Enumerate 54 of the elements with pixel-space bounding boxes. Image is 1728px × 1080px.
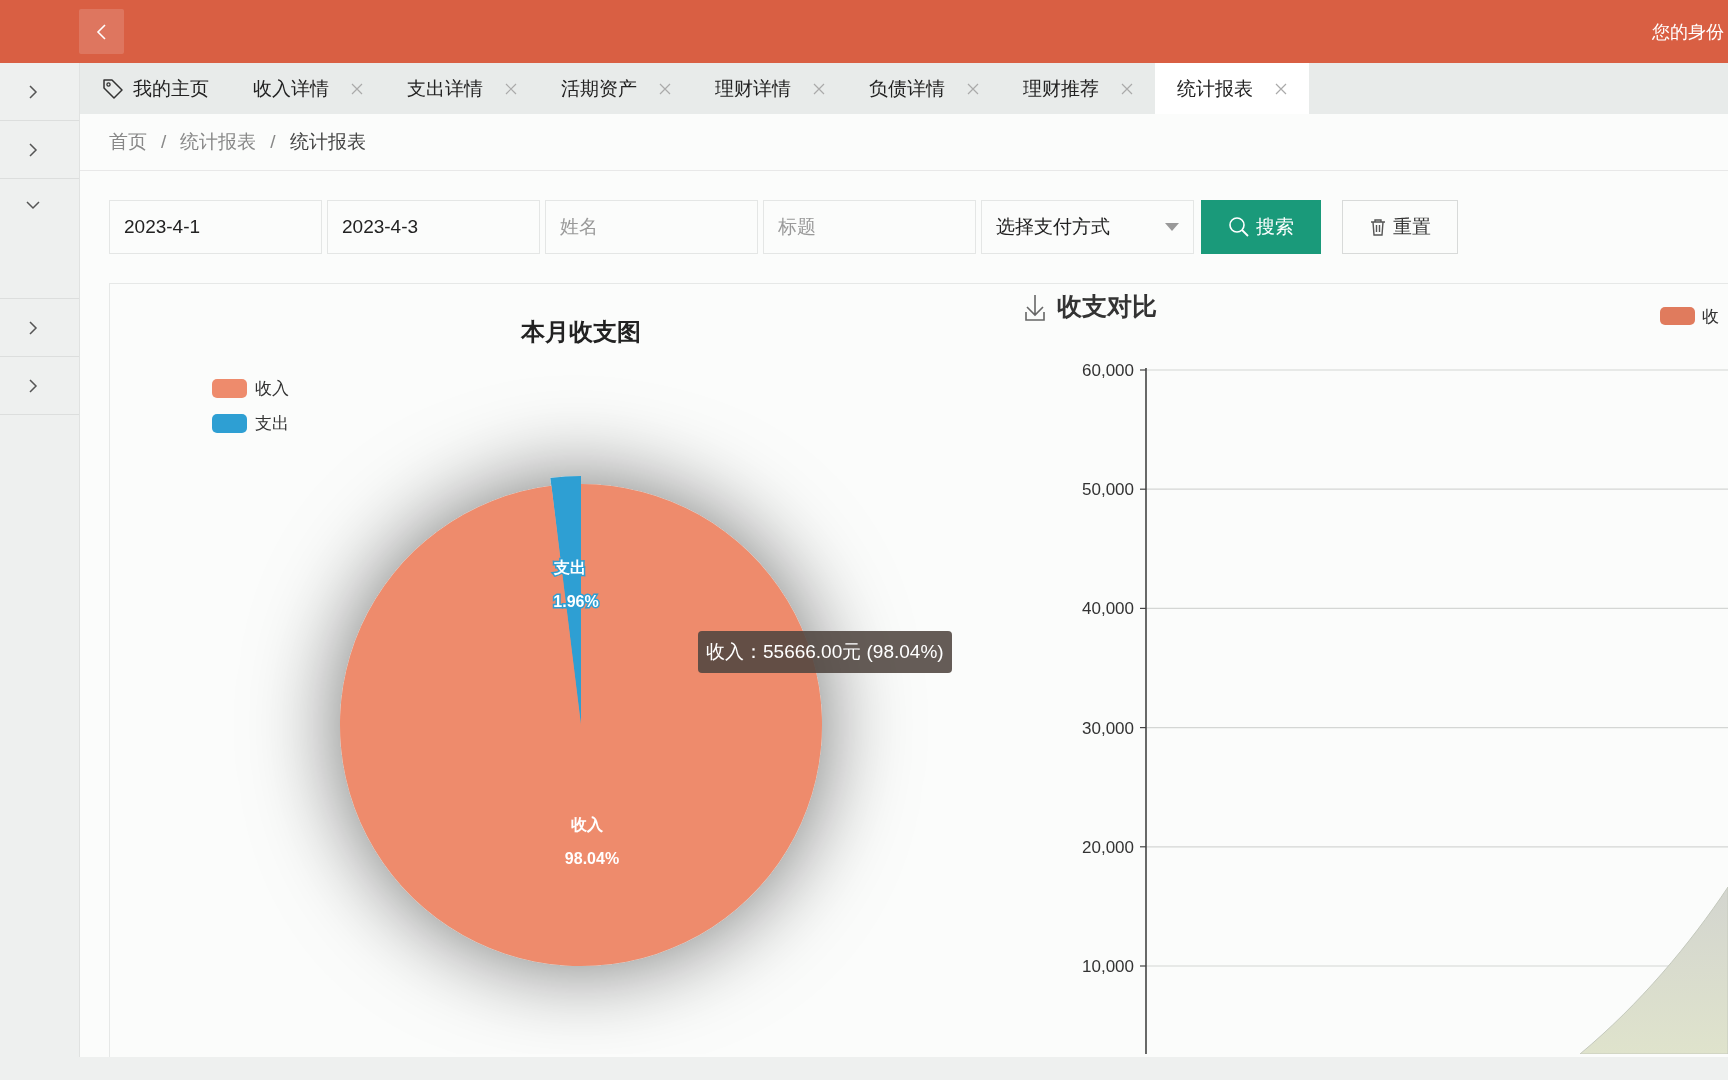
tag-icon (102, 77, 124, 100)
breadcrumb-item[interactable]: 统计报表 (180, 129, 257, 155)
axis-tick-label: 20,000 (1082, 837, 1134, 857)
axis-tick-label: 40,000 (1082, 599, 1134, 619)
search-icon (1228, 216, 1250, 238)
tick-mark (1139, 965, 1147, 967)
tick-mark (1139, 727, 1147, 729)
axis-tick-label: 10,000 (1082, 957, 1134, 976)
axis-tick-label: 50,000 (1082, 480, 1134, 500)
tab[interactable]: 支出详情 (385, 63, 539, 114)
back-button[interactable] (79, 9, 124, 54)
tab[interactable]: 统计报表 (1155, 63, 1309, 114)
payment-select[interactable]: 选择支付方式 (981, 200, 1194, 254)
legend-label[interactable]: 收入 (255, 379, 289, 398)
user-role-text: 您的身份 (1652, 20, 1724, 44)
chart-title: 收支对比 (1057, 292, 1157, 320)
input-field[interactable]: 2023-4-3 (327, 200, 540, 254)
caret-icon (1165, 223, 1179, 231)
close-icon[interactable] (967, 82, 979, 95)
tick-mark (1139, 369, 1147, 371)
tick-mark (1139, 846, 1147, 848)
tab[interactable]: 我的主页 (80, 63, 231, 114)
input-field[interactable]: 姓名 (545, 200, 758, 254)
tab[interactable]: 理财推荐 (1001, 63, 1155, 114)
breadcrumb-separator: / (161, 131, 167, 153)
tab[interactable]: 理财详情 (693, 63, 847, 114)
axis-tick-label: 60,000 (1082, 361, 1134, 380)
close-icon[interactable] (1121, 82, 1133, 95)
breadcrumb-separator: / (270, 131, 276, 153)
breadcrumb-item: 统计报表 (289, 130, 366, 154)
close-icon[interactable] (813, 82, 825, 95)
chevron-left-icon (94, 21, 109, 42)
slice-label: 收入 (571, 816, 603, 833)
input-field[interactable]: 标题 (763, 200, 976, 254)
close-icon[interactable] (505, 82, 517, 95)
tab[interactable]: 活期资产 (539, 63, 693, 114)
input-field[interactable]: 2023-4-1 (109, 200, 322, 254)
close-icon[interactable] (659, 82, 671, 95)
legend-label: 收 (1702, 307, 1719, 326)
trash-icon (1369, 218, 1387, 236)
search-button[interactable]: 搜索 (1201, 200, 1321, 254)
chart-tooltip: 收入：55666.00元 (98.04%) (698, 631, 952, 673)
tab[interactable]: 收入详情 (231, 63, 385, 114)
tab[interactable]: 负债详情 (847, 63, 1001, 114)
slice-percent: 98.04% (564, 850, 620, 867)
chart-title: 本月收支图 (521, 318, 641, 345)
tick-mark (1139, 488, 1147, 490)
download-icon[interactable] (1025, 294, 1045, 321)
tick-mark (1139, 607, 1147, 609)
close-icon[interactable] (351, 82, 363, 95)
axis-tick-label: 30,000 (1082, 718, 1134, 738)
legend-label[interactable]: 支出 (255, 414, 289, 433)
reset-button[interactable]: 重置 (1342, 200, 1458, 254)
close-icon[interactable] (1275, 82, 1287, 95)
